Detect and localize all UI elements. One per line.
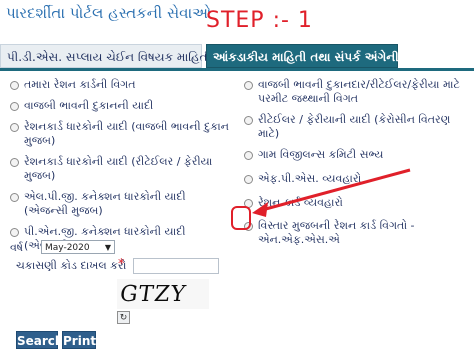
search-button[interactable]: Search [16, 331, 63, 349]
option-cardholders-by-shop[interactable]: રેશનકાર્ડ ધારકોની યાદી (વાજબી ભાવની દુકા… [10, 120, 232, 148]
option-label: વાજબી ભાવની દુકાનની યાદી [24, 99, 154, 112]
option-label: એફ.પી.એસ. વ્યવહારો [258, 172, 362, 185]
captcha-text: GTZY [118, 282, 188, 307]
option-label: વાજબી ભાવની દુકાનદાર/રીટેઈલર/ફેરીયા માટે… [258, 78, 460, 105]
option-retailer-list-kerosene[interactable]: રીટેઈલર / ફેરીયાની યાદી (કેરોસીન વિતરણ મ… [244, 113, 469, 141]
year-select[interactable]: May-2020 ▼ [41, 240, 115, 254]
captcha-input[interactable] [133, 258, 219, 274]
option-permit-quantity[interactable]: વાજબી ભાવની દુકાનદાર/રીટેઈલર/ફેરીયા માટે… [244, 78, 469, 106]
option-label: એલ.પી.જી. કનેક્શન ધારકોની યાદી (એજન્સી મ… [24, 190, 186, 217]
radio-icon[interactable] [10, 81, 19, 90]
radio-icon[interactable] [244, 116, 253, 125]
option-fair-price-shop-list[interactable]: વાજબી ભાવની દુકાનની યાદી [10, 99, 232, 113]
step-annotation: STEP :- 1 [206, 8, 313, 33]
option-village-vigilance-committee[interactable]: ગામ વિજીલન્સ કમિટી સભ્ય [244, 148, 469, 162]
page-title: પારદર્શીતા પોર્ટલ હસ્તકની સેવાઓ [6, 4, 212, 22]
option-cardholders-by-retailer[interactable]: રેશનકાર્ડ ધારકોની યાદી (રીટેઈલર / ફેરીયા… [10, 155, 232, 183]
captcha-image: GTZY [117, 279, 209, 309]
print-button[interactable]: Print [62, 331, 96, 349]
option-lpg-connection-holders[interactable]: એલ.પી.જી. કનેક્શન ધારકોની યાદી (એજન્સી મ… [10, 190, 232, 218]
option-label: તમારા રેશન કાર્ડની વિગત [24, 78, 136, 91]
option-label: વિસ્તાર મુજબની રેશન કાર્ડ વિગતો - એન.એફ.… [258, 219, 415, 246]
captcha-label: ચકાસણી કોડ દાખલ કરો [16, 259, 127, 272]
radio-icon[interactable] [10, 158, 19, 167]
radio-icon[interactable] [10, 193, 19, 202]
option-area-wise-nfsa-details[interactable]: વિસ્તાર મુજબની રેશન કાર્ડ વિગતો - એન.એફ.… [244, 219, 469, 247]
tab-underline [0, 68, 474, 71]
radio-icon[interactable] [244, 81, 253, 90]
required-mark: * [118, 257, 125, 272]
option-label: રેશનકાર્ડ ધારકોની યાદી (રીટેઈલર / ફેરીયા… [24, 155, 213, 182]
highlight-circle-annotation [231, 206, 251, 230]
tab-pds-supply-chain[interactable]: પી.ડી.એસ. સપ્લાય ચેઈન વિષયક માહિતી [0, 44, 211, 68]
year-label: વર્ષ [10, 241, 24, 254]
option-label: રેશનકાર્ડ ધારકોની યાદી (વાજબી ભાવની દુકા… [24, 120, 229, 147]
tab-bar: પી.ડી.એસ. સપ્લાય ચેઈન વિષયક માહિતી આંકડા… [0, 44, 474, 68]
year-select-value: May-2020 [45, 243, 90, 253]
option-label: ગામ વિજીલન્સ કમિટી સભ્ય [258, 148, 384, 161]
radio-icon[interactable] [10, 102, 19, 111]
chevron-down-icon: ▼ [104, 243, 111, 252]
radio-icon[interactable] [244, 175, 253, 184]
option-ration-card-transactions[interactable]: રેશન કાર્ડ વ્યવહારો [244, 196, 469, 210]
option-fps-transactions[interactable]: એફ.પી.એસ. વ્યવહારો [244, 172, 469, 186]
radio-icon[interactable] [10, 123, 19, 132]
radio-icon[interactable] [244, 151, 253, 160]
right-options-list: વાજબી ભાવની દુકાનદાર/રીટેઈલર/ફેરીયા માટે… [244, 78, 469, 254]
left-options-list: તમારા રેશન કાર્ડની વિગત વાજબી ભાવની દુકા… [10, 78, 232, 260]
option-label: રીટેઈલર / ફેરીયાની યાદી (કેરોસીન વિતરણ મ… [258, 113, 451, 140]
radio-icon[interactable] [10, 228, 19, 237]
tab-statistics-contact[interactable]: આંકડાકીય માહિતી તથા સંપર્ક અંગેની [206, 44, 399, 68]
refresh-icon[interactable]: ↻ [117, 311, 130, 324]
option-ration-card-details[interactable]: તમારા રેશન કાર્ડની વિગત [10, 78, 232, 92]
option-label: રેશન કાર્ડ વ્યવહારો [258, 196, 343, 209]
